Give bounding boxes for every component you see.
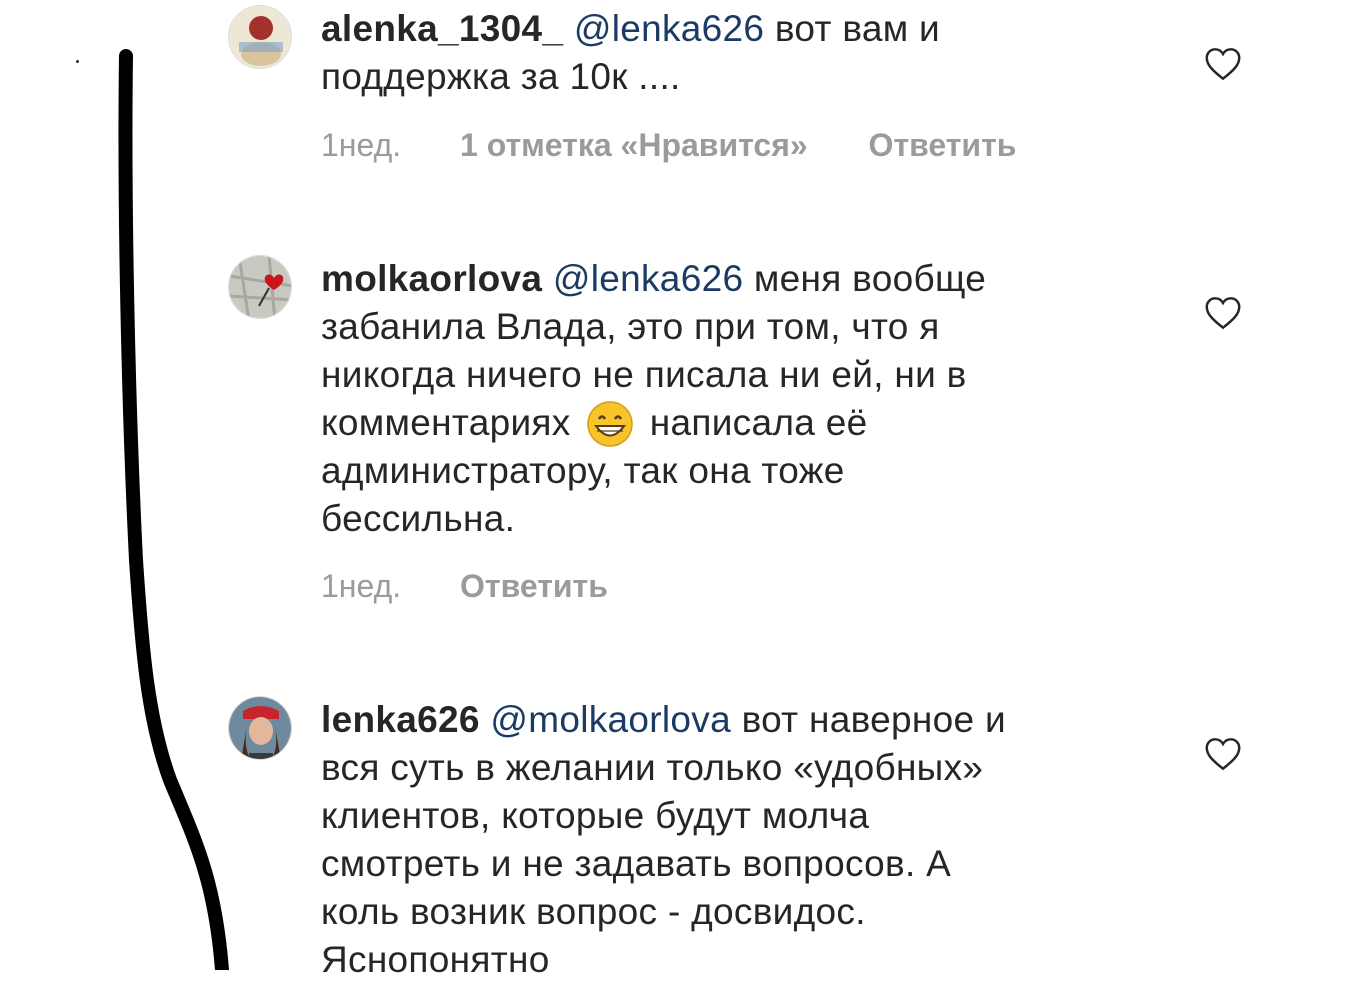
comment-text-line: комментариях: [321, 402, 571, 443]
comment-text-line: клиентов, которые будут молча: [321, 795, 870, 836]
reply-button[interactable]: Ответить: [460, 568, 608, 605]
comment-meta: 1нед. Ответить: [321, 568, 608, 605]
avatar[interactable]: [228, 696, 292, 760]
avatar-image-molka: [229, 256, 291, 318]
stray-dot: [76, 60, 79, 63]
comment-username[interactable]: lenka626: [321, 699, 480, 740]
heart-outline-icon[interactable]: [1204, 296, 1242, 330]
comment-text: molkaorlova @lenka626 меня вообще забани…: [321, 255, 1121, 543]
comment-text-line: бессильна.: [321, 498, 516, 539]
comment-mention[interactable]: @lenka626: [553, 258, 743, 299]
comment-text: alenka_1304_ @lenka626 вот вам и поддерж…: [321, 5, 1121, 101]
avatar-image-alenka: [229, 6, 291, 68]
comment-text-line: никогда ничего не писала ни ей, ни в: [321, 354, 967, 395]
grinning-face-emoji: [587, 401, 633, 447]
avatar[interactable]: [228, 255, 292, 319]
heart-outline-icon[interactable]: [1204, 47, 1242, 81]
comment-text-line: вся суть в желании только «удобных»: [321, 747, 984, 788]
comment-meta: 1нед. 1 отметка «Нравится» Ответить: [321, 127, 1016, 164]
comment-text-line: поддержка за 10к ....: [321, 56, 681, 97]
comment-time: 1нед.: [321, 568, 402, 604]
avatar-image-lenka: [229, 697, 291, 759]
comment-text-first: вот наверное и: [730, 699, 1006, 740]
comment-likes-count[interactable]: 1 отметка «Нравится»: [460, 127, 808, 164]
comment-username[interactable]: molkaorlova: [321, 258, 542, 299]
heart-outline-icon[interactable]: [1204, 737, 1242, 771]
avatar[interactable]: [228, 5, 292, 69]
comment-text-line: коль возник вопрос - досвидос.: [321, 891, 866, 932]
comment-username[interactable]: alenka_1304_: [321, 8, 563, 49]
comment-text: lenka626 @molkaorlova вот наверное и вся…: [321, 696, 1121, 984]
comment-text-first: меня вообще: [743, 258, 987, 299]
comment-text-line: написала её: [649, 402, 868, 443]
comment-mention[interactable]: @molkaorlova: [490, 699, 731, 740]
comment-time: 1нед.: [321, 127, 402, 163]
comment-text-line: администратору, так она тоже: [321, 450, 845, 491]
comment-text-line: забанила Влада, это при том, что я: [321, 306, 940, 347]
comment-mention[interactable]: @lenka626: [574, 8, 764, 49]
comment-text-first: вот вам и: [764, 8, 941, 49]
comment-text-line: Яснопонятно: [321, 939, 550, 980]
comment-text-line: смотреть и не задавать вопросов. А: [321, 843, 952, 884]
reply-button[interactable]: Ответить: [869, 127, 1017, 164]
